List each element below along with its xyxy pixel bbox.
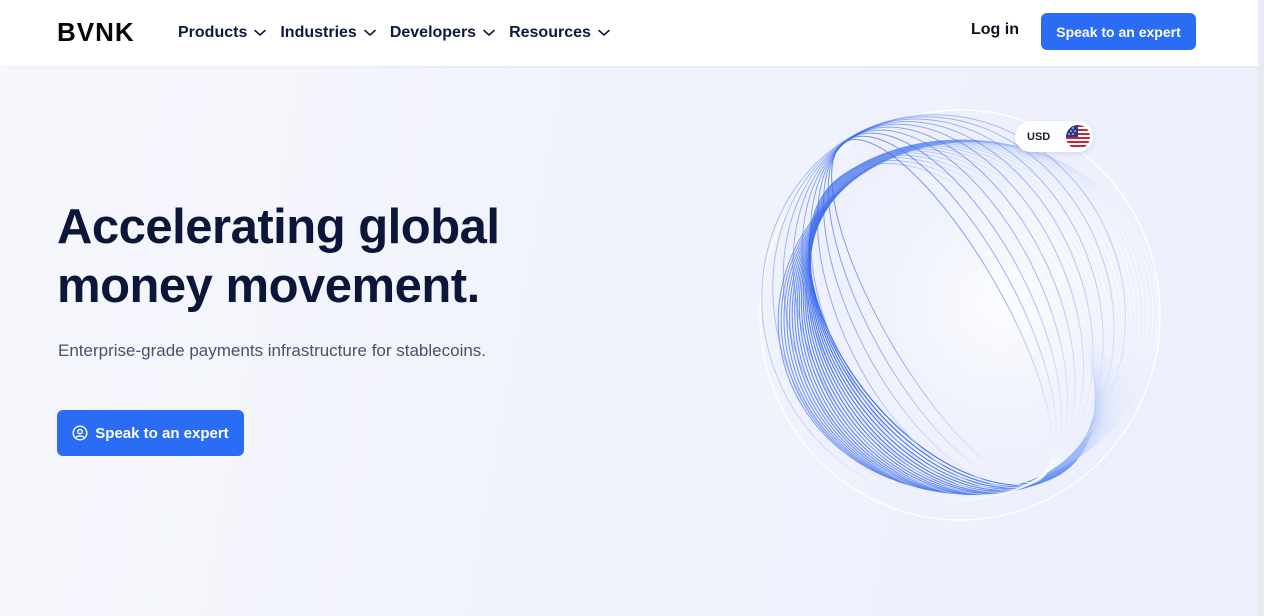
hero-title: Accelerating global money movement. xyxy=(57,198,657,316)
nav-item-label: Developers xyxy=(389,24,477,41)
page-scrollbar[interactable] xyxy=(1258,0,1264,616)
speak-to-expert-hero-button[interactable]: Speak to an expert xyxy=(57,410,244,456)
page: BVNK Products Industries Developers Reso… xyxy=(0,0,1264,616)
top-navigation-bar: BVNK Products Industries Developers Reso… xyxy=(0,0,1258,66)
currency-label: USD xyxy=(1027,130,1051,143)
speak-to-expert-header-button[interactable]: Speak to an expert xyxy=(1041,13,1196,50)
user-circle-icon xyxy=(72,425,88,441)
main-nav: Products Industries Developers Resources xyxy=(178,0,624,66)
nav-item-developers[interactable]: Developers xyxy=(390,24,495,42)
login-link[interactable]: Log in xyxy=(971,21,1019,39)
nav-item-resources[interactable]: Resources xyxy=(509,24,610,42)
globe-illustration xyxy=(745,109,1175,530)
chevron-down-icon xyxy=(483,29,495,36)
hero-title-line-1: Accelerating global xyxy=(57,200,500,254)
nav-item-industries[interactable]: Industries xyxy=(280,24,376,42)
chevron-down-icon xyxy=(598,29,610,36)
us-flag-icon xyxy=(1066,125,1090,149)
hero-cta-label: Speak to an expert xyxy=(95,424,229,442)
nav-item-products[interactable]: Products xyxy=(178,24,267,42)
hero-subtitle: Enterprise-grade payments infrastructure… xyxy=(58,341,487,360)
nav-item-label: Resources xyxy=(509,24,591,41)
chevron-down-icon xyxy=(254,29,267,36)
chevron-down-icon xyxy=(364,29,376,36)
hero-title-line-2: money movement. xyxy=(57,259,480,313)
currency-badge: USD xyxy=(1015,121,1093,152)
nav-item-label: Industries xyxy=(280,24,357,41)
nav-item-label: Products xyxy=(178,24,248,41)
bvnk-logo[interactable]: BVNK xyxy=(57,17,135,48)
